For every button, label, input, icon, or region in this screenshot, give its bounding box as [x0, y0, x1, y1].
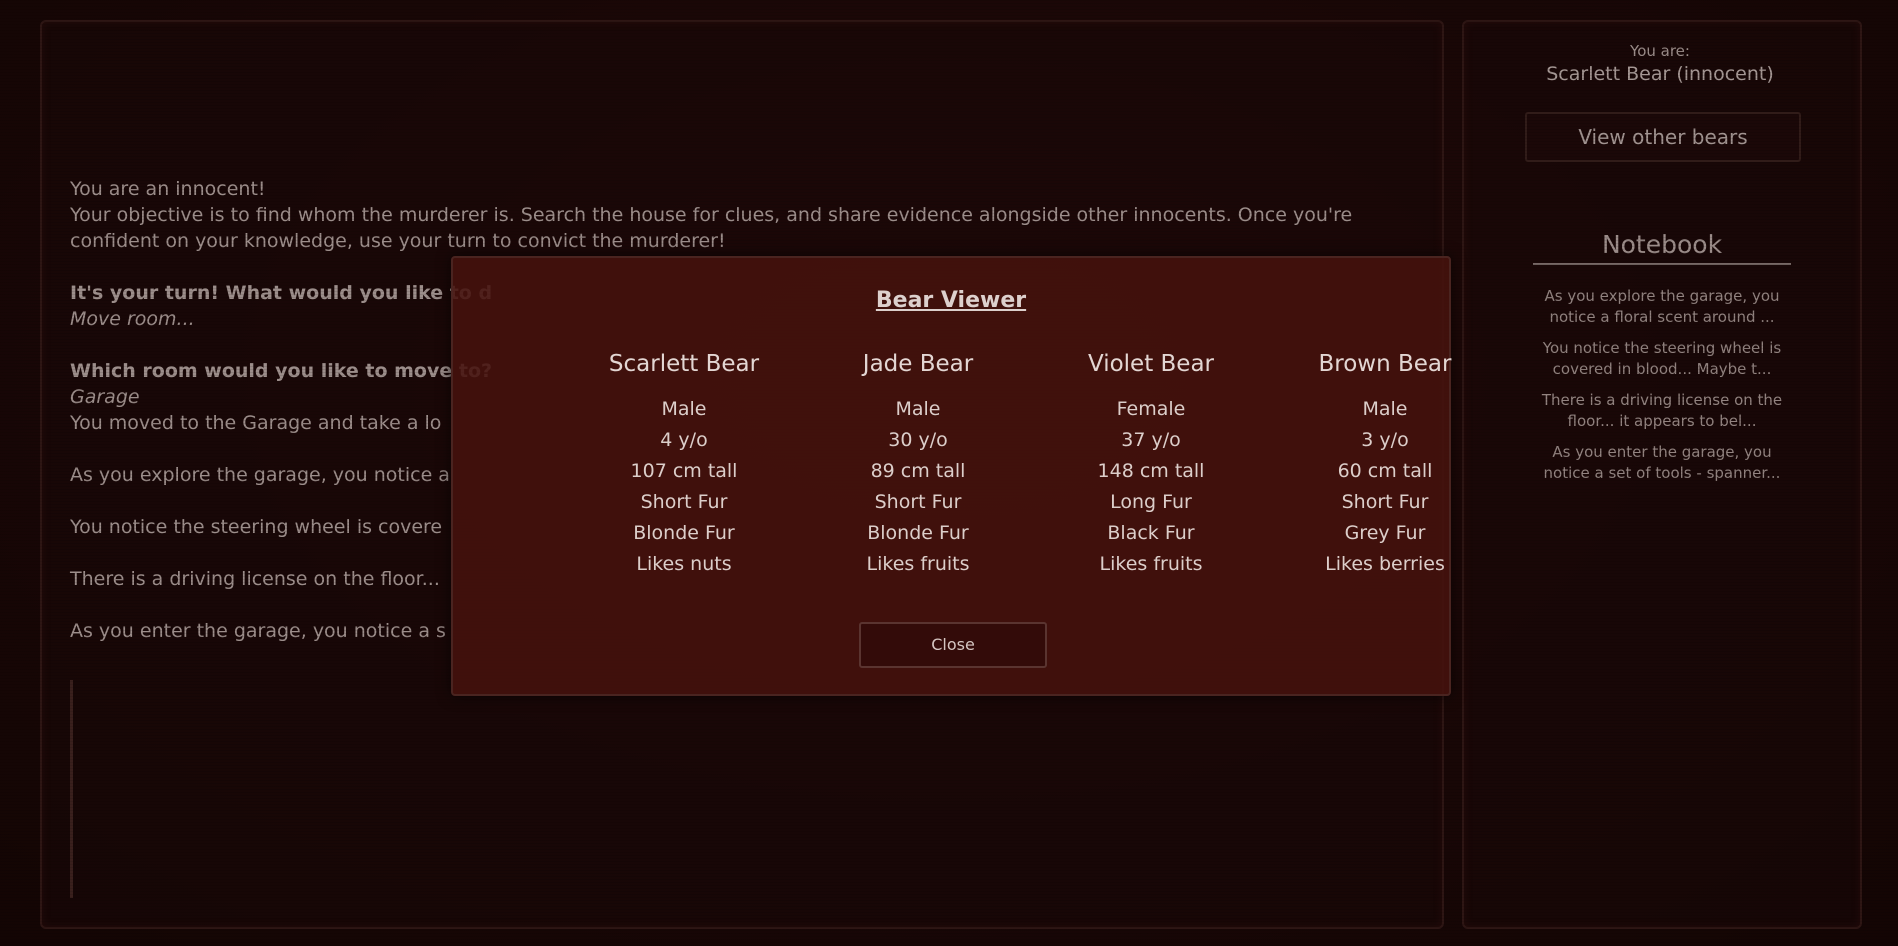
close-button[interactable]: Close [859, 622, 1047, 668]
bear-likes: Likes berries [1325, 553, 1445, 575]
bear-fur-color: Grey Fur [1344, 522, 1426, 544]
bear-height: 89 cm tall [870, 460, 966, 482]
bear-fur-length: Short Fur [1341, 491, 1429, 513]
game-screen: You are an innocent! Your objective is t… [0, 0, 1898, 946]
bear-name: Jade Bear [862, 351, 974, 377]
bear-fur-length: Short Fur [874, 491, 962, 513]
bear-gender: Male [661, 398, 707, 420]
bear-height: 107 cm tall [630, 460, 738, 482]
bear-likes: Likes nuts [636, 553, 732, 575]
bear-fur-color: Blonde Fur [633, 522, 735, 544]
bear-fur-color: Blonde Fur [867, 522, 969, 544]
bear-height: 148 cm tall [1097, 460, 1205, 482]
bear-card-violet: Violet Bear Female 37 y/o 148 cm tall Lo… [1034, 350, 1268, 580]
bear-age: 30 y/o [888, 429, 948, 451]
bear-likes: Likes fruits [866, 553, 970, 575]
bear-name: Violet Bear [1087, 351, 1215, 377]
modal-title: Bear Viewer [875, 288, 1027, 313]
bear-card-scarlett: Scarlett Bear Male 4 y/o 107 cm tall Sho… [567, 350, 801, 580]
bear-name: Scarlett Bear [608, 351, 760, 377]
bear-gender: Female [1116, 398, 1186, 420]
bear-card-brown: Brown Bear Male 3 y/o 60 cm tall Short F… [1268, 350, 1502, 580]
bear-fur-length: Short Fur [640, 491, 728, 513]
bear-height: 60 cm tall [1337, 460, 1433, 482]
bear-fur-length: Long Fur [1110, 491, 1192, 513]
bear-name: Brown Bear [1318, 351, 1452, 377]
bear-gender: Male [1362, 398, 1408, 420]
bear-age: 3 y/o [1361, 429, 1409, 451]
bear-likes: Likes fruits [1099, 553, 1203, 575]
bear-viewer-modal: Bear Viewer Scarlett Bear Male 4 y/o 107… [451, 256, 1451, 696]
bear-age: 37 y/o [1121, 429, 1181, 451]
bear-age: 4 y/o [660, 429, 708, 451]
bear-columns: Scarlett Bear Male 4 y/o 107 cm tall Sho… [453, 350, 1452, 580]
bear-card-jade: Jade Bear Male 30 y/o 89 cm tall Short F… [801, 350, 1035, 580]
bear-gender: Male [895, 398, 941, 420]
bear-fur-color: Black Fur [1107, 522, 1195, 544]
